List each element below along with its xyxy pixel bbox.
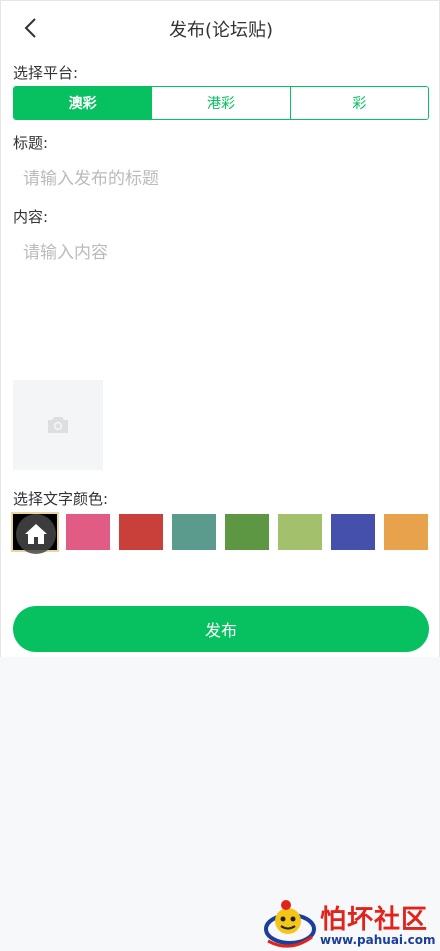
mascot-logo-icon (264, 900, 316, 948)
title-label: 标题: (13, 134, 49, 152)
watermark-name: 怕坏社区 (320, 905, 429, 935)
platform-selector: 澳彩 港彩彩 (13, 86, 429, 120)
color-swatch[interactable] (172, 514, 216, 550)
color-swatch[interactable] (119, 514, 163, 550)
image-upload[interactable] (13, 380, 103, 470)
watermark-logo: 怕坏社区 www.pahuai.com (262, 897, 438, 951)
camera-icon (48, 417, 68, 433)
publish-button[interactable]: 发布 (13, 606, 429, 652)
color-swatch[interactable] (225, 514, 269, 550)
watermark-url: www.pahuai.com (320, 933, 436, 947)
title-input[interactable] (13, 166, 429, 192)
platform-label: 选择平台: (13, 64, 79, 82)
home-float-button[interactable] (16, 514, 56, 554)
content-label: 内容: (13, 208, 49, 226)
color-swatch[interactable] (66, 514, 110, 550)
platform-option[interactable]: 澳彩 (14, 87, 153, 119)
platform-option[interactable]: 港彩 (152, 87, 291, 119)
color-swatch[interactable] (331, 514, 375, 550)
color-swatch[interactable] (278, 514, 322, 550)
page-title: 发布(论坛贴) (168, 20, 274, 41)
color-swatch-list (11, 512, 431, 552)
color-swatch[interactable] (384, 514, 428, 550)
publish-form-card: 发布(论坛贴) 选择平台: 澳彩港彩彩 标题: 内容: 选择文字颜色: 发布 (0, 0, 440, 657)
platform-option[interactable]: 彩 (290, 87, 428, 119)
home-icon (25, 524, 47, 544)
nav-bar: 发布(论坛贴) (1, 1, 440, 55)
text-color-label: 选择文字颜色: (13, 490, 109, 508)
content-textarea[interactable] (13, 241, 429, 361)
